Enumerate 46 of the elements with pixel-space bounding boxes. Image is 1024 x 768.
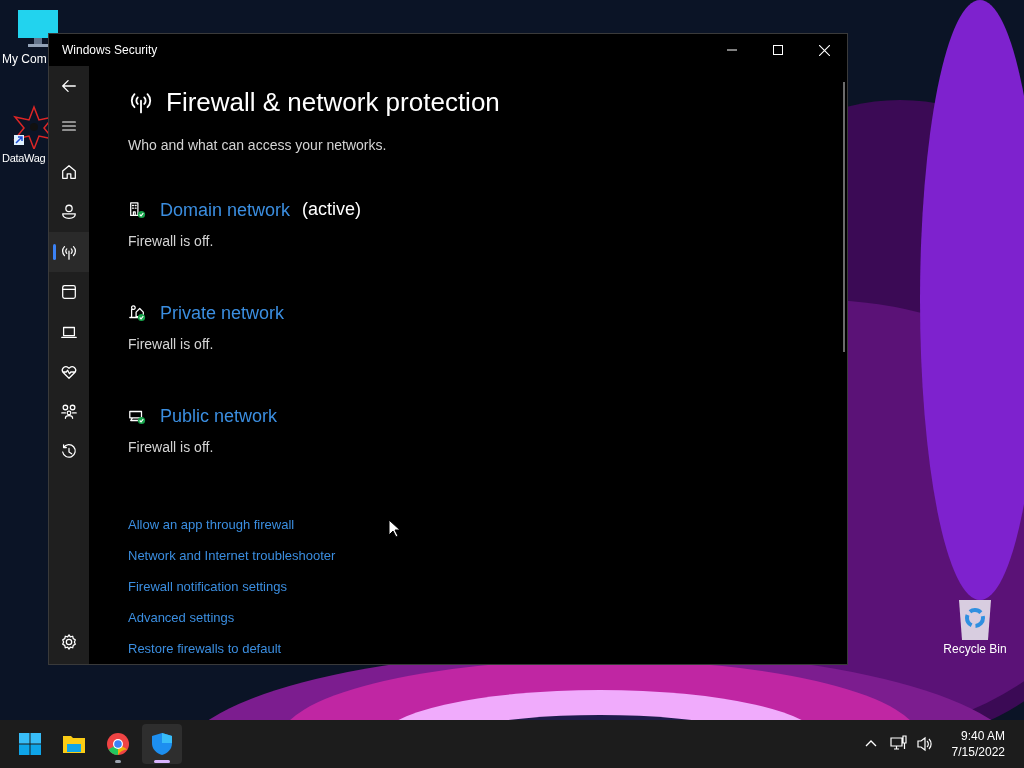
monitor-icon (16, 10, 60, 50)
settings-link[interactable]: Network and Internet troubleshooter (128, 547, 336, 565)
desktop-icon-label[interactable]: Recycle Bin (943, 642, 1007, 656)
network-link[interactable]: Domain network (160, 196, 291, 223)
network-link[interactable]: Public network (160, 403, 278, 429)
page-subtitle: Who and what can access your networks. (128, 136, 388, 155)
people-icon (60, 403, 78, 421)
house-check-icon (128, 304, 146, 322)
taskbar-app[interactable] (142, 724, 182, 764)
network-link[interactable]: Private network (160, 300, 285, 326)
maximize-icon (773, 45, 783, 55)
scrollbar-thumb[interactable] (843, 82, 845, 352)
page-title: Firewall & network protection (166, 86, 500, 118)
active-tag: (active) (302, 196, 362, 223)
recycle-bin-icon (957, 598, 993, 640)
settings-link[interactable]: Restore firewalls to default (128, 640, 282, 658)
home-icon (60, 163, 78, 181)
menu-icon (61, 118, 77, 134)
history-icon (60, 443, 78, 461)
clock-time: 9:40 AM (960, 728, 1005, 744)
browser-logo-icon (106, 732, 130, 756)
settings-icon (60, 633, 78, 651)
window-title: Windows Security (61, 42, 159, 59)
clock[interactable]: 9:40 AM 7/15/2022 (951, 728, 1005, 760)
person-icon (60, 203, 78, 221)
shield-icon (150, 732, 174, 756)
network-icon[interactable] (889, 735, 908, 753)
back-arrow-icon (60, 77, 78, 95)
desktop-icon-label[interactable]: DataWag (2, 151, 46, 165)
settings-link[interactable]: Advanced settings (128, 609, 235, 627)
windows-logo-icon (18, 732, 42, 756)
nav-item[interactable] (49, 232, 89, 272)
antenna-icon (60, 243, 78, 261)
close-icon (818, 44, 830, 56)
firewall-status: Firewall is off. (128, 335, 215, 354)
firewall-status: Firewall is off. (128, 438, 215, 457)
mouse-pointer-icon (388, 519, 400, 538)
heart-pulse-icon (60, 363, 78, 381)
firewall-status: Firewall is off. (128, 232, 215, 251)
settings-link[interactable]: Firewall notification settings (128, 578, 287, 596)
app-window-icon (60, 283, 78, 301)
clock-date: 7/15/2022 (951, 744, 1005, 760)
settings-link[interactable]: Allow an app through firewall (128, 516, 295, 534)
desktop-icon-label[interactable]: My Com (2, 52, 47, 66)
building-check-icon (128, 200, 146, 219)
volume-icon[interactable] (915, 735, 934, 753)
